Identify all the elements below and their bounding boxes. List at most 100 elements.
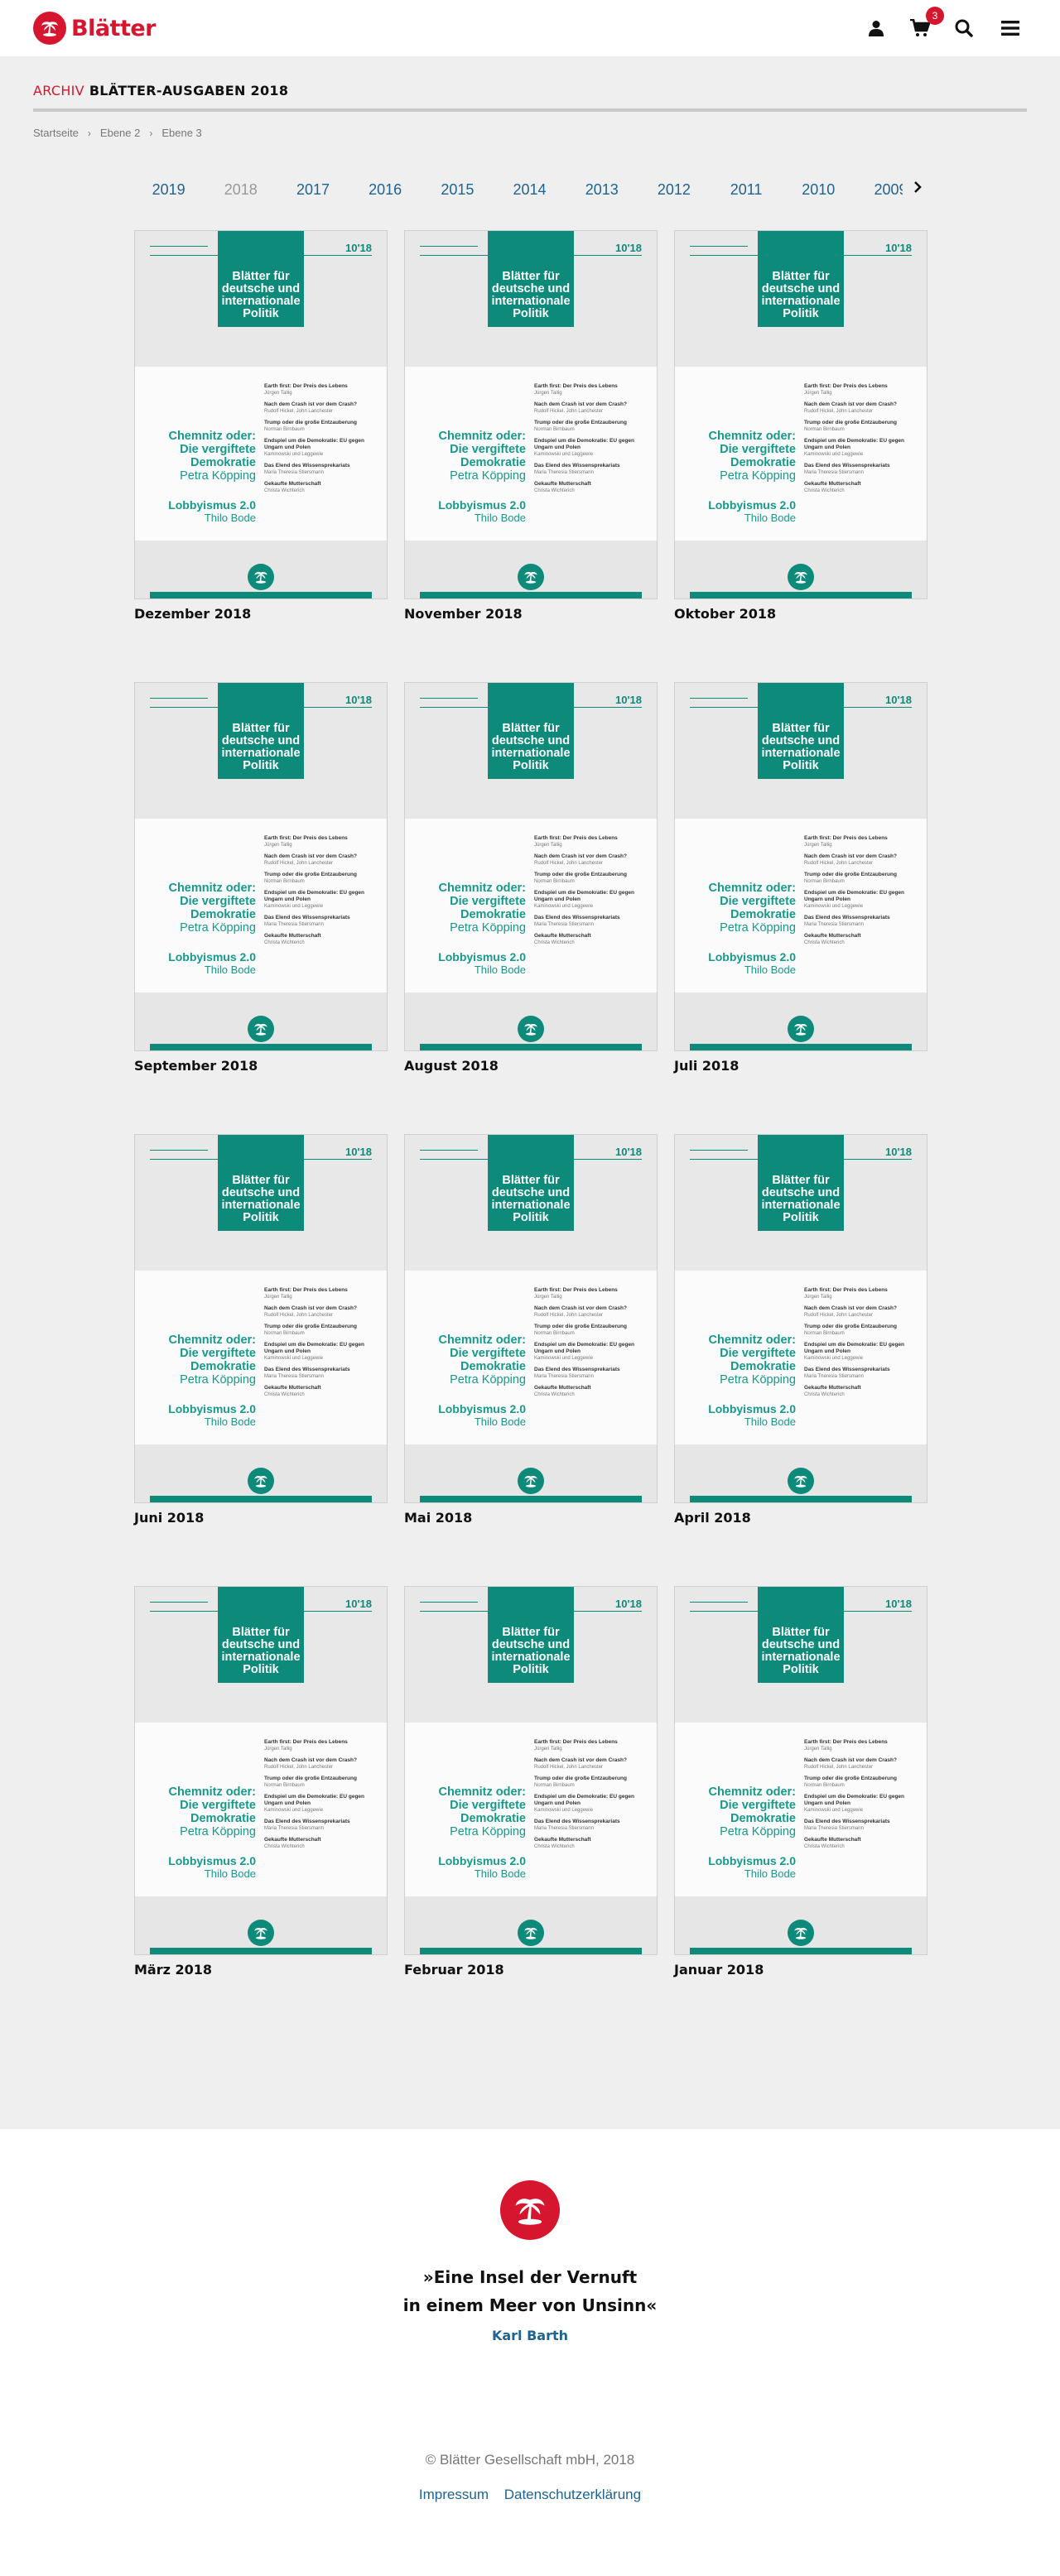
toc-author: Norman Birnbaum [264, 879, 305, 884]
issue-card[interactable]: 10'18 Blätter für deutsche und internationa… [134, 682, 388, 1074]
cover-lead-secondary: Lobbyismus 2.0 Thilo Bode [135, 499, 256, 525]
toc-title: Endspiel um die Demokratie: EU gegen Ung… [534, 1794, 634, 1806]
issue-card[interactable]: 10'18 Blätter für deutsche und internationa… [674, 1134, 928, 1526]
issue-cover-image[interactable]: 10'18 Blätter für deutsche und internationa… [404, 1586, 658, 1955]
toc-author: Jürgen Tallig [804, 391, 832, 396]
cover-title-line: Blätter für [772, 1626, 830, 1639]
issue-label[interactable]: November 2018 [404, 606, 658, 622]
year-tab[interactable]: 2016 [349, 175, 422, 204]
issue-label[interactable]: Juli 2018 [674, 1058, 928, 1074]
search-icon[interactable] [952, 17, 976, 40]
year-tab[interactable]: 2017 [277, 175, 349, 204]
issue-cover-image[interactable]: 10'18 Blätter für deutsche und internationa… [134, 682, 388, 1051]
issue-label[interactable]: Januar 2018 [674, 1962, 928, 1978]
quote-author-link[interactable]: Karl Barth [0, 2328, 1060, 2343]
issue-cover-image[interactable]: 10'18 Blätter für deutsche und internationa… [674, 682, 928, 1051]
issue-cover-image[interactable]: 10'18 Blätter für deutsche und internationa… [134, 1586, 388, 1955]
cover-rule [150, 246, 208, 247]
breadcrumb-item[interactable]: Ebene 3 [161, 127, 201, 139]
issue-card[interactable]: 10'18 Blätter für deutsche und internationa… [134, 1586, 388, 1978]
issue-label[interactable]: August 2018 [404, 1058, 658, 1074]
palm-island-icon[interactable] [500, 2180, 560, 2240]
issue-card[interactable]: 10'18 Blätter für deutsche und internationa… [674, 1586, 928, 1978]
issue-label[interactable]: Juni 2018 [134, 1510, 388, 1526]
lead2-author: Thilo Bode [744, 964, 796, 976]
toc-author: Christa Wichterich [264, 1392, 305, 1397]
issue-label[interactable]: Dezember 2018 [134, 606, 388, 622]
issue-card[interactable]: 10'18 Blätter für deutsche und internationa… [404, 230, 658, 622]
issue-cover-image[interactable]: 10'18 Blätter für deutsche und internationa… [134, 1134, 388, 1503]
toc-author: Norman Birnbaum [264, 1783, 305, 1788]
lead-line: Die vergiftete [180, 895, 256, 908]
issue-label[interactable]: März 2018 [134, 1962, 388, 1978]
issue-cover-image[interactable]: 10'18 Blätter für deutsche und internationa… [404, 1134, 658, 1503]
cover-title-line: internationale [491, 1199, 571, 1212]
issue-card[interactable]: 10'18 Blätter für deutsche und internationa… [404, 682, 658, 1074]
year-tab[interactable]: 2012 [638, 175, 710, 204]
issue-card[interactable]: 10'18 Blätter für deutsche und internationa… [134, 230, 388, 622]
issue-card[interactable]: 10'18 Blätter für deutsche und internationa… [134, 1134, 388, 1526]
chevron-right-icon[interactable] [911, 177, 924, 197]
impressum-link[interactable]: Impressum [419, 2487, 489, 2502]
datenschutz-link[interactable]: Datenschutzerklärung [504, 2487, 641, 2502]
site-header: Blätter 3 [0, 0, 1060, 56]
toc-title: Gekaufte Mutterschaft [804, 933, 861, 939]
lead-line: Demokratie [460, 1812, 526, 1825]
year-tab[interactable]: 2011 [711, 175, 783, 204]
cover-lead: Chemnitz oder: Die vergiftete Demokratie Pe… [135, 1334, 256, 1387]
cover-title-line: Blätter für [232, 722, 290, 735]
page-title: ARCHIV BLÄTTER-AUSGABEN 2018 [33, 83, 288, 99]
toc-author: Jürgen Tallig [804, 1747, 832, 1752]
toc-author: Maria Theresia Stiersmann [804, 470, 864, 475]
lead-line: Demokratie [190, 908, 256, 921]
issue-label[interactable]: Februar 2018 [404, 1962, 658, 1978]
lead2-author: Thilo Bode [474, 964, 526, 976]
cover-lead: Chemnitz oder: Die vergiftete Demokratie Pe… [135, 430, 256, 483]
user-icon[interactable] [865, 17, 888, 40]
issue-card[interactable]: 10'18 Blätter für deutsche und internationa… [674, 230, 928, 622]
issue-cover-image[interactable]: 10'18 Blätter für deutsche und internationa… [674, 1134, 928, 1503]
issue-card[interactable]: 10'18 Blätter für deutsche und internationa… [674, 682, 928, 1074]
toc-author: Jürgen Tallig [264, 1295, 292, 1300]
issue-label[interactable]: Mai 2018 [404, 1510, 658, 1526]
menu-icon[interactable] [999, 17, 1022, 40]
year-tab[interactable]: 2018 [205, 175, 277, 204]
cover-toc: Earth first: Der Preis des Lebens Jürgen … [264, 1739, 380, 1855]
year-tab[interactable]: 2010 [783, 175, 855, 204]
issue-cover-image[interactable]: 10'18 Blätter für deutsche und internationa… [134, 230, 388, 599]
issue-card[interactable]: 10'18 Blätter für deutsche und internationa… [404, 1134, 658, 1526]
year-tab[interactable]: 2014 [494, 175, 566, 204]
year-tab[interactable]: 2009 [855, 175, 903, 204]
cover-bottom-bar [150, 1948, 372, 1954]
issue-cover-image[interactable]: 10'18 Blätter für deutsche und internationa… [674, 230, 928, 599]
breadcrumb-item[interactable]: Ebene 2 [100, 127, 140, 139]
breadcrumb-item[interactable]: Startseite [33, 127, 79, 139]
issue-cover-image[interactable]: 10'18 Blätter für deutsche und internationa… [404, 230, 658, 599]
lead-line: Demokratie [190, 1360, 256, 1373]
toc-title: Gekaufte Mutterschaft [534, 1385, 591, 1391]
lead2-title: Lobbyismus 2.0 [708, 1854, 796, 1867]
toc-author: Norman Birnbaum [534, 879, 575, 884]
cover-bottom-bar [420, 592, 642, 598]
lead2-author: Thilo Bode [204, 964, 256, 976]
lead-author: Petra Köpping [450, 1373, 526, 1387]
year-tab[interactable]: 2015 [422, 175, 494, 204]
issue-label[interactable]: April 2018 [674, 1510, 928, 1526]
year-tab[interactable]: 2019 [132, 175, 205, 204]
cover-bottom-bar [690, 592, 912, 598]
issue-label[interactable]: Oktober 2018 [674, 606, 928, 622]
year-tab[interactable]: 2013 [566, 175, 638, 204]
cover-title-line: Politik [513, 1663, 549, 1676]
lead-line: Chemnitz oder: [708, 1334, 796, 1347]
issue-cover-image[interactable]: 10'18 Blätter für deutsche und internationa… [674, 1586, 928, 1955]
toc-author: Jürgen Tallig [264, 843, 292, 848]
toc-title: Endspiel um die Demokratie: EU gegen Ung… [534, 438, 634, 450]
issue-card[interactable]: 10'18 Blätter für deutsche und internationa… [404, 1586, 658, 1978]
issue-label[interactable]: September 2018 [134, 1058, 388, 1074]
toc-title: Endspiel um die Demokratie: EU gegen Ung… [804, 1342, 904, 1354]
cover-title-line: Politik [783, 1663, 819, 1676]
lead-line: Chemnitz oder: [438, 430, 526, 443]
site-logo[interactable]: Blätter [33, 11, 157, 46]
issue-cover-image[interactable]: 10'18 Blätter für deutsche und internationa… [404, 682, 658, 1051]
cover-title-line: deutsche und [221, 734, 301, 747]
